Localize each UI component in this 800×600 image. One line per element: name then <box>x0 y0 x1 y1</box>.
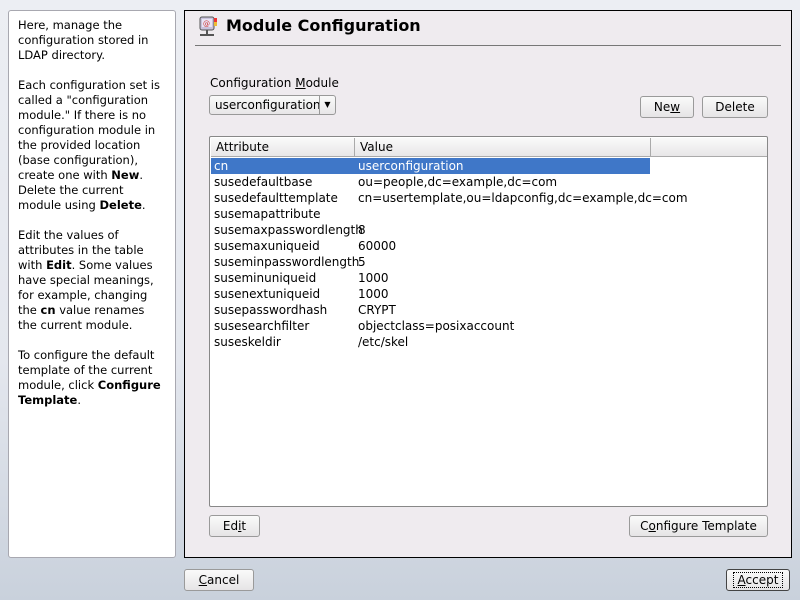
attribute-cell: susemaxuniqueid <box>214 239 320 253</box>
value-cell: 8 <box>358 223 366 237</box>
attribute-cell: susemaxpasswordlength <box>214 223 363 237</box>
value-cell: objectclass=posixaccount <box>358 319 515 333</box>
attribute-cell: susenextuniqueid <box>214 287 321 301</box>
value-cell: cn=usertemplate,ou=ldapconfig,dc=example… <box>358 191 688 205</box>
table-row[interactable]: susedefaultbase ou=people,dc=example,dc=c… <box>211 174 650 190</box>
cancel-button[interactable]: Cancel <box>184 569 254 591</box>
column-header-value[interactable]: Value <box>355 138 651 157</box>
attribute-cell: cn <box>214 159 229 173</box>
svg-text:@: @ <box>203 20 210 28</box>
edit-button[interactable]: Ed i t <box>209 515 260 537</box>
attribute-cell: suseminpasswordlength <box>214 255 360 269</box>
table-row[interactable]: susemapattribute <box>211 206 650 222</box>
value-cell: 1000 <box>358 287 389 301</box>
page-title: Module Configuration <box>226 16 421 35</box>
table-row[interactable]: suseminuniqueid 1000 <box>211 270 650 286</box>
help-template: To configure the default template of the… <box>18 348 161 407</box>
module-label: Configuration Module <box>210 76 339 90</box>
table-row[interactable]: susemaxuniqueid 60000 <box>211 238 650 254</box>
chevron-down-icon[interactable]: ▼ <box>319 96 335 114</box>
delete-button[interactable]: Delete <box>702 96 768 118</box>
value-cell: 60000 <box>358 239 397 253</box>
table-row[interactable]: suseminpasswordlength 5 <box>211 254 650 270</box>
accept-button[interactable]: Accept <box>726 569 790 591</box>
attribute-cell: susedefaultbase <box>214 175 313 189</box>
value-cell: userconfiguration <box>358 159 464 173</box>
help-intro: Here, manage the configuration stored in… <box>18 18 149 62</box>
title-divider <box>195 45 781 46</box>
help-panel: Here, manage the configuration stored in… <box>8 10 176 558</box>
attribute-cell: suseminuniqueid <box>214 271 317 285</box>
help-edit: Edit the values of attributes in the tab… <box>18 228 154 332</box>
value-cell: 5 <box>358 255 366 269</box>
table-row[interactable]: susedefaulttemplate cn=usertemplate,ou=ld… <box>211 190 688 206</box>
ldap-config-icon: @ <box>198 16 218 38</box>
help-modules: Each configuration set is called a "conf… <box>18 78 160 212</box>
configure-template-button[interactable]: Co nfigure Template <box>629 515 768 537</box>
attribute-cell: susepasswordhash <box>214 303 328 317</box>
module-select[interactable]: userconfiguration ▼ <box>209 95 336 115</box>
value-cell: /etc/skel <box>358 335 409 349</box>
main-panel: @ Module Configuration Configuration Mod… <box>184 10 792 558</box>
table-row[interactable]: susenextuniqueid 1000 <box>211 286 650 302</box>
column-header-filler <box>651 138 767 157</box>
table-row[interactable]: susepasswordhash CRYPT <box>211 302 650 318</box>
table-row[interactable]: susesearchfilter objectclass=posixaccount <box>211 318 650 334</box>
module-select-value: userconfiguration <box>215 98 321 112</box>
attribute-cell: susesearchfilter <box>214 319 310 333</box>
new-button[interactable]: Ne w <box>640 96 694 118</box>
column-header-attribute[interactable]: Attribute <box>211 138 355 157</box>
value-cell: ou=people,dc=example,dc=com <box>358 175 558 189</box>
attribute-cell: suseskeldir <box>214 335 281 349</box>
table-row[interactable]: suseskeldir/etc/skel <box>211 334 650 350</box>
attribute-table[interactable]: Attribute Value cn userconfiguration sused… <box>209 136 768 507</box>
table-row[interactable]: susemaxpasswordlength 8 <box>211 222 650 238</box>
value-cell: CRYPT <box>358 303 396 317</box>
attribute-cell: susemapattribute <box>214 207 321 221</box>
value-cell: 1000 <box>358 271 389 285</box>
table-row[interactable]: cn userconfiguration <box>211 158 650 174</box>
attribute-cell: susedefaulttemplate <box>214 191 338 205</box>
